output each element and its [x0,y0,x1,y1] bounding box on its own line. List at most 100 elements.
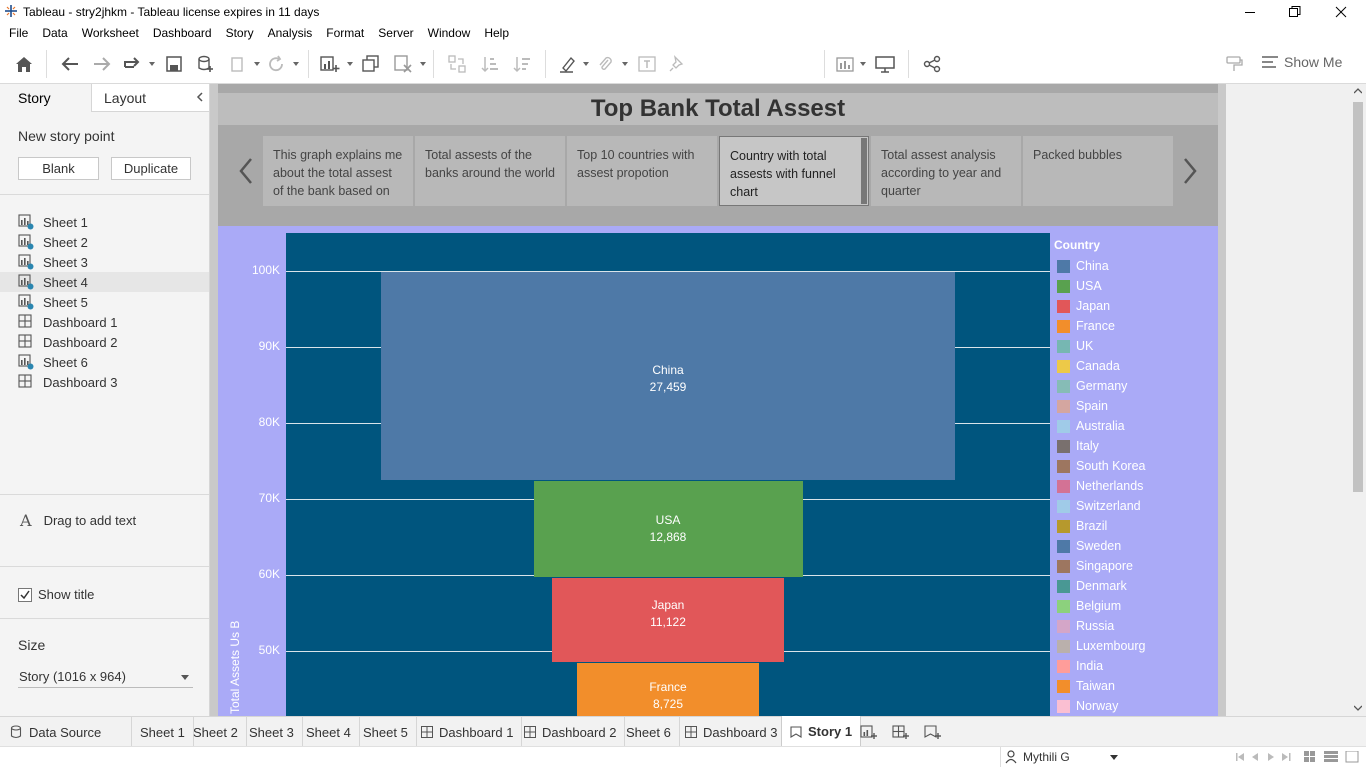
legend-item-china[interactable]: China [1054,256,1214,276]
menu-file[interactable]: File [2,24,35,44]
menu-dashboard[interactable]: Dashboard [146,24,219,44]
legend-item-italy[interactable]: Italy [1054,436,1214,456]
menu-worksheet[interactable]: Worksheet [75,24,146,44]
story-point-3[interactable]: Top 10 countries with assest propotion [567,136,717,206]
collapse-pane-icon[interactable] [194,90,206,104]
group-dropdown-icon[interactable] [622,62,628,66]
undo-button[interactable] [58,52,82,76]
legend-item-south-korea[interactable]: South Korea [1054,456,1214,476]
sheet-item-sheet-5[interactable]: Sheet 5 [0,292,209,312]
new-sheet-dropdown-icon[interactable] [347,62,353,66]
highlight-button[interactable] [556,52,580,76]
duplicate-sheet-button[interactable] [359,52,383,76]
legend-item-taiwan[interactable]: Taiwan [1054,676,1214,696]
home-button[interactable] [12,52,36,76]
share-button[interactable] [920,52,944,76]
new-worksheet-button[interactable] [318,52,342,76]
caption-scrollbar[interactable] [861,138,867,204]
tab-sheet-3[interactable]: Sheet 3 [241,717,303,747]
sheet-item-sheet-4[interactable]: Sheet 4 [0,272,209,292]
legend-item-luxembourg[interactable]: Luxembourg [1054,636,1214,656]
restore-button[interactable] [1272,2,1318,22]
tab-sheet-5[interactable]: Sheet 5 [355,717,417,747]
sheet-item-sheet-1[interactable]: Sheet 1 [0,212,209,232]
cards-dropdown-icon[interactable] [860,62,866,66]
menu-data[interactable]: Data [35,24,74,44]
legend-item-usa[interactable]: USA [1054,276,1214,296]
legend-item-switzerland[interactable]: Switzerland [1054,496,1214,516]
refresh-dropdown-icon[interactable] [293,62,299,66]
highlight-dropdown-icon[interactable] [583,62,589,66]
funnel-chart-plot[interactable]: China 27,459 USA 12,868 Japan 11,122 France 8,7… [286,233,1050,716]
story-point-4-active[interactable]: Country with total assests with funnel c… [719,136,869,206]
blank-button[interactable]: Blank [18,157,99,180]
datasource-dropdown-icon[interactable] [254,62,260,66]
sort-ascending-button[interactable] [478,52,502,76]
replay-button[interactable] [120,52,144,76]
legend-item-germany[interactable]: Germany [1054,376,1214,396]
sheet-navigation-icons[interactable] [1236,752,1296,762]
next-story-point-icon[interactable] [1180,155,1200,187]
sheet-item-sheet-6[interactable]: Sheet 6 [0,352,209,372]
format-painter-button[interactable] [1222,52,1246,76]
tab-dashboard-3[interactable]: Dashboard 3 [677,717,787,747]
sheet-item-dashboard-3[interactable]: Dashboard 3 [0,372,209,392]
scrollbar-thumb[interactable] [1353,102,1363,492]
legend-item-netherlands[interactable]: Netherlands [1054,476,1214,496]
sheet-item-sheet-3[interactable]: Sheet 3 [0,252,209,272]
presentation-mode-button[interactable] [873,52,897,76]
show-mark-labels-button[interactable] [635,52,659,76]
clear-dropdown-icon[interactable] [420,62,426,66]
refresh-button[interactable] [264,52,288,76]
group-members-button[interactable] [593,52,617,76]
duplicate-button[interactable]: Duplicate [111,157,191,180]
fix-axes-button[interactable] [665,52,689,76]
view-mode-icons[interactable] [1304,751,1364,763]
sheet-item-dashboard-1[interactable]: Dashboard 1 [0,312,209,332]
legend-item-japan[interactable]: Japan [1054,296,1214,316]
new-worksheet-tab-icon[interactable] [860,724,878,740]
drag-to-add-text[interactable]: A Drag to add text [20,511,136,530]
menu-story[interactable]: Story [219,24,261,44]
tab-sheet-6[interactable]: Sheet 6 [618,717,680,747]
legend-item-canada[interactable]: Canada [1054,356,1214,376]
menu-help[interactable]: Help [477,24,516,44]
show-title-checkbox[interactable] [18,587,32,602]
legend-item-belgium[interactable]: Belgium [1054,596,1214,616]
tab-story-1[interactable]: Story 1 [781,716,862,747]
legend-item-australia[interactable]: Australia [1054,416,1214,436]
tab-layout[interactable]: Layout [92,84,209,111]
sheet-item-dashboard-2[interactable]: Dashboard 2 [0,332,209,352]
save-button[interactable] [162,52,186,76]
scroll-down-icon[interactable] [1354,705,1362,711]
legend-item-brazil[interactable]: Brazil [1054,516,1214,536]
legend-item-france[interactable]: France [1054,316,1214,336]
swap-rows-columns-button[interactable] [445,52,469,76]
story-title[interactable]: Top Bank Total Assest [218,93,1218,125]
legend-item-denmark[interactable]: Denmark [1054,576,1214,596]
legend-item-uk[interactable]: UK [1054,336,1214,356]
new-story-tab-icon[interactable] [924,724,942,740]
legend-item-sweden[interactable]: Sweden [1054,536,1214,556]
tab-data-source[interactable]: Data Source [0,717,132,747]
user-menu[interactable]: Mythili G [1000,747,1124,767]
legend-item-russia[interactable]: Russia [1054,616,1214,636]
tab-story[interactable]: Story [0,84,92,112]
menu-window[interactable]: Window [421,24,478,44]
legend-item-india[interactable]: India [1054,656,1214,676]
pause-updates-button[interactable] [226,52,250,76]
new-dashboard-tab-icon[interactable] [892,724,910,740]
clear-sheet-button[interactable] [391,52,415,76]
show-cards-button[interactable] [834,52,858,76]
tab-dashboard-1[interactable]: Dashboard 1 [413,717,523,747]
tab-dashboard-2[interactable]: Dashboard 2 [516,717,626,747]
sort-descending-button[interactable] [510,52,534,76]
redo-button[interactable] [90,52,114,76]
replay-dropdown-icon[interactable] [149,62,155,66]
story-point-1[interactable]: This graph explains me about the total a… [263,136,413,206]
story-point-2[interactable]: Total assests of the banks around the wo… [415,136,565,206]
scroll-up-icon[interactable] [1354,88,1362,94]
show-title-toggle[interactable]: Show title [18,587,94,602]
menu-format[interactable]: Format [319,24,371,44]
legend-item-spain[interactable]: Spain [1054,396,1214,416]
